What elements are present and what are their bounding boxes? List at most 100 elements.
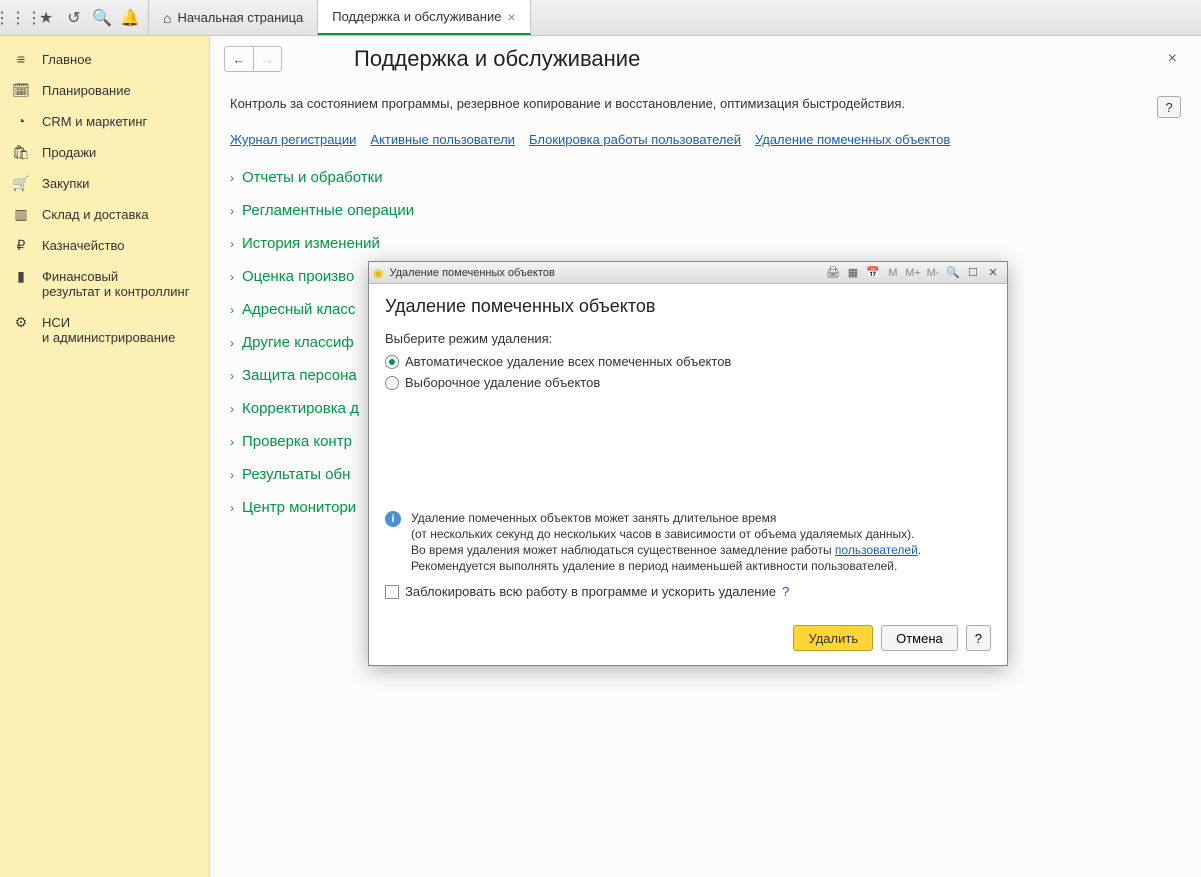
nav-buttons: ← →: [224, 46, 282, 72]
sidebar-item-1[interactable]: 🗓 Планирование: [0, 75, 209, 106]
section-label: Центр монитори: [242, 499, 356, 516]
sidebar-item-6[interactable]: ₽ Казначейство: [0, 230, 209, 261]
section-label: Защита персона: [242, 367, 357, 384]
sidebar-item-7[interactable]: ▮ Финансовыйрезультат и контроллинг: [0, 261, 209, 307]
info-line1: Удаление помеченных объектов может занят…: [411, 510, 921, 526]
sidebar-label: Казначейство: [42, 238, 124, 253]
info-icon: i: [385, 511, 401, 527]
quick-link-0[interactable]: Журнал регистрации: [230, 132, 356, 147]
page-description: Контроль за состоянием программы, резерв…: [230, 96, 1145, 111]
tab-home-label: Начальная страница: [177, 10, 303, 25]
search-icon[interactable]: 🔍: [88, 4, 116, 32]
section-label: Оценка произво: [242, 268, 354, 285]
section-label: История изменений: [242, 235, 380, 252]
close-icon[interactable]: ×: [507, 9, 515, 25]
quick-link-2[interactable]: Блокировка работы пользователей: [529, 132, 741, 147]
info-line4: Рекомендуется выполнять удаление в перио…: [411, 558, 921, 574]
section-label: Отчеты и обработки: [242, 169, 383, 186]
chevron-right-icon: ›: [230, 171, 234, 185]
sidebar-label: Планирование: [42, 83, 131, 98]
chevron-right-icon: ›: [230, 402, 234, 416]
sidebar-icon: ≡: [12, 52, 30, 67]
section-1[interactable]: › Регламентные операции: [230, 194, 1181, 227]
radio-auto[interactable]: Автоматическое удаление всех помеченных …: [385, 354, 991, 369]
chevron-right-icon: ›: [230, 435, 234, 449]
sidebar-item-8[interactable]: ⚙НСИи администрирование: [0, 307, 209, 353]
chevron-right-icon: ›: [230, 270, 234, 284]
delete-dialog: ◉ Удаление помеченных объектов 🖨 ▦ 📅 M M…: [368, 261, 1008, 666]
radio-selective-label: Выборочное удаление объектов: [405, 375, 600, 390]
page-title: Поддержка и обслуживание: [354, 46, 1152, 72]
dialog-heading: Удаление помеченных объектов: [385, 296, 991, 317]
users-link[interactable]: пользователей: [835, 543, 918, 557]
sidebar-icon: 🗓: [12, 83, 30, 98]
tab-support-label: Поддержка и обслуживание: [332, 9, 501, 24]
cancel-button[interactable]: Отмена: [881, 625, 958, 651]
radio-auto-label: Автоматическое удаление всех помеченных …: [405, 354, 731, 369]
app-icon: ◉: [373, 266, 383, 280]
back-button[interactable]: ←: [225, 47, 253, 71]
chevron-right-icon: ›: [230, 204, 234, 218]
page-close-icon[interactable]: ×: [1164, 46, 1181, 72]
calendar-icon[interactable]: 📅: [863, 264, 883, 282]
checkbox-icon: [385, 585, 399, 599]
bell-icon[interactable]: 🔔: [116, 4, 144, 32]
info-line3: Во время удаления может наблюдаться суще…: [411, 542, 921, 558]
sidebar-item-5[interactable]: ▥ Склад и доставка: [0, 199, 209, 230]
section-label: Проверка контр: [242, 433, 352, 450]
forward-button[interactable]: →: [253, 47, 281, 71]
top-toolbar: ⋮⋮⋮ ★ ↺ 🔍 🔔 ⌂ Начальная страница Поддерж…: [0, 0, 1201, 36]
section-label: Другие классиф: [242, 334, 354, 351]
quick-link-1[interactable]: Активные пользователи: [370, 132, 515, 147]
tab-support[interactable]: Поддержка и обслуживание ×: [318, 0, 530, 35]
sidebar-label: Главное: [42, 52, 92, 67]
maximize-icon[interactable]: ☐: [963, 264, 983, 282]
mode-label: Выберите режим удаления:: [385, 331, 991, 346]
sidebar-item-4[interactable]: 🛒Закупки: [0, 168, 209, 199]
radio-icon: [385, 355, 399, 369]
sidebar-icon: ₽: [12, 238, 30, 253]
zoom-icon[interactable]: 🔍: [943, 264, 963, 282]
sidebar-icon: ▮: [12, 269, 30, 284]
grid-icon[interactable]: ▦: [843, 264, 863, 282]
print-icon[interactable]: 🖨: [823, 264, 843, 282]
block-checkbox-row[interactable]: Заблокировать всю работу в программе и у…: [385, 584, 991, 599]
apps-icon[interactable]: ⋮⋮⋮: [4, 4, 32, 32]
sidebar-label: Склад и доставка: [42, 207, 149, 222]
history-icon[interactable]: ↺: [60, 4, 88, 32]
sidebar-item-2[interactable]: ◔CRM и маркетинг: [0, 106, 209, 137]
section-label: Корректировка д: [242, 400, 359, 417]
chevron-right-icon: ›: [230, 303, 234, 317]
close-dialog-icon[interactable]: ✕: [983, 264, 1003, 282]
section-label: Регламентные операции: [242, 202, 414, 219]
m-button[interactable]: M: [883, 264, 903, 282]
dialog-titlebar[interactable]: ◉ Удаление помеченных объектов 🖨 ▦ 📅 M M…: [369, 262, 1007, 284]
dialog-help-button[interactable]: ?: [966, 625, 991, 651]
block-label: Заблокировать всю работу в программе и у…: [405, 584, 776, 599]
section-0[interactable]: › Отчеты и обработки: [230, 161, 1181, 194]
star-icon[interactable]: ★: [32, 4, 60, 32]
radio-selective[interactable]: Выборочное удаление объектов: [385, 375, 991, 390]
sidebar: ≡ Главное 🗓 Планирование ◔CRM и маркетинг🛍Пр…: [0, 36, 210, 877]
delete-button[interactable]: Удалить: [793, 625, 873, 651]
help-button[interactable]: ?: [1157, 96, 1181, 118]
sidebar-item-3[interactable]: 🛍Продажи: [0, 137, 209, 168]
mplus-button[interactable]: M+: [903, 264, 923, 282]
chevron-right-icon: ›: [230, 468, 234, 482]
toolbar-icons: ⋮⋮⋮ ★ ↺ 🔍 🔔: [0, 0, 149, 35]
sidebar-icon: ▥: [12, 207, 30, 222]
sidebar-label: CRM и маркетинг: [42, 114, 147, 129]
mminus-button[interactable]: M-: [923, 264, 943, 282]
tab-home[interactable]: ⌂ Начальная страница: [149, 0, 318, 35]
chevron-right-icon: ›: [230, 237, 234, 251]
section-2[interactable]: › История изменений: [230, 227, 1181, 260]
home-icon: ⌂: [163, 10, 171, 26]
quick-link-3[interactable]: Удаление помеченных объектов: [755, 132, 950, 147]
info-line2: (от нескольких секунд до нескольких часо…: [411, 526, 921, 542]
sidebar-item-0[interactable]: ≡ Главное: [0, 44, 209, 75]
section-label: Результаты обн: [242, 466, 350, 483]
sidebar-label: Финансовыйрезультат и контроллинг: [42, 269, 189, 299]
chevron-right-icon: ›: [230, 501, 234, 515]
question-icon[interactable]: ?: [782, 584, 789, 599]
info-block: i Удаление помеченных объектов может зан…: [385, 510, 991, 574]
